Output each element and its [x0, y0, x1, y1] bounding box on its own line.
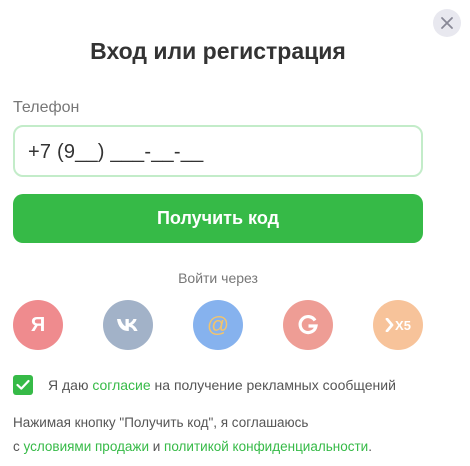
sale-terms-link[interactable]: условиями продажи [24, 439, 149, 454]
checkmark-icon [16, 379, 30, 390]
consent-prefix: Я даю [48, 377, 93, 393]
terms-prefix: с [13, 439, 24, 454]
login-via-label: Войти через [178, 270, 258, 286]
vk-icon [117, 319, 138, 331]
terms-line-1: Нажимая кнопку "Получить код", я соглаша… [13, 415, 309, 430]
consent-suffix: на получение рекламных сообщений [150, 377, 396, 393]
terms-line-2: с условиями продажи и политикой конфиден… [13, 439, 372, 454]
vk-login-button[interactable] [103, 300, 153, 350]
close-icon [441, 17, 453, 29]
chevron-right-icon [385, 318, 394, 332]
consent-text: Я даю согласие на получение рекламных со… [48, 377, 396, 393]
get-code-button[interactable]: Получить код [13, 194, 423, 243]
privacy-policy-link[interactable]: политикой конфиденциальности [164, 439, 368, 454]
phone-value: +7 (9__) ___-__-__ [28, 141, 204, 163]
login-modal: Вход или регистрация Телефон +7 (9__) __… [0, 0, 470, 466]
yandex-icon: Я [30, 313, 46, 336]
consent-link[interactable]: согласие [92, 377, 150, 393]
google-login-button[interactable] [283, 300, 333, 350]
google-icon [298, 315, 318, 335]
terms-middle: и [148, 439, 165, 454]
mail-login-button[interactable]: @ [193, 300, 243, 350]
consent-checkbox[interactable] [13, 375, 33, 395]
phone-input[interactable]: +7 (9__) ___-__-__ [13, 125, 423, 177]
yandex-login-button[interactable]: Я [13, 300, 63, 350]
modal-title: Вход или регистрация [90, 38, 346, 64]
close-button[interactable] [433, 9, 461, 37]
x5-login-button[interactable]: X5 [373, 300, 423, 350]
phone-label: Телефон [13, 99, 80, 116]
terms-suffix: . [368, 439, 372, 454]
x5-icon: X5 [385, 318, 411, 333]
x5-label: X5 [395, 317, 411, 333]
mail-icon: @ [206, 312, 230, 337]
